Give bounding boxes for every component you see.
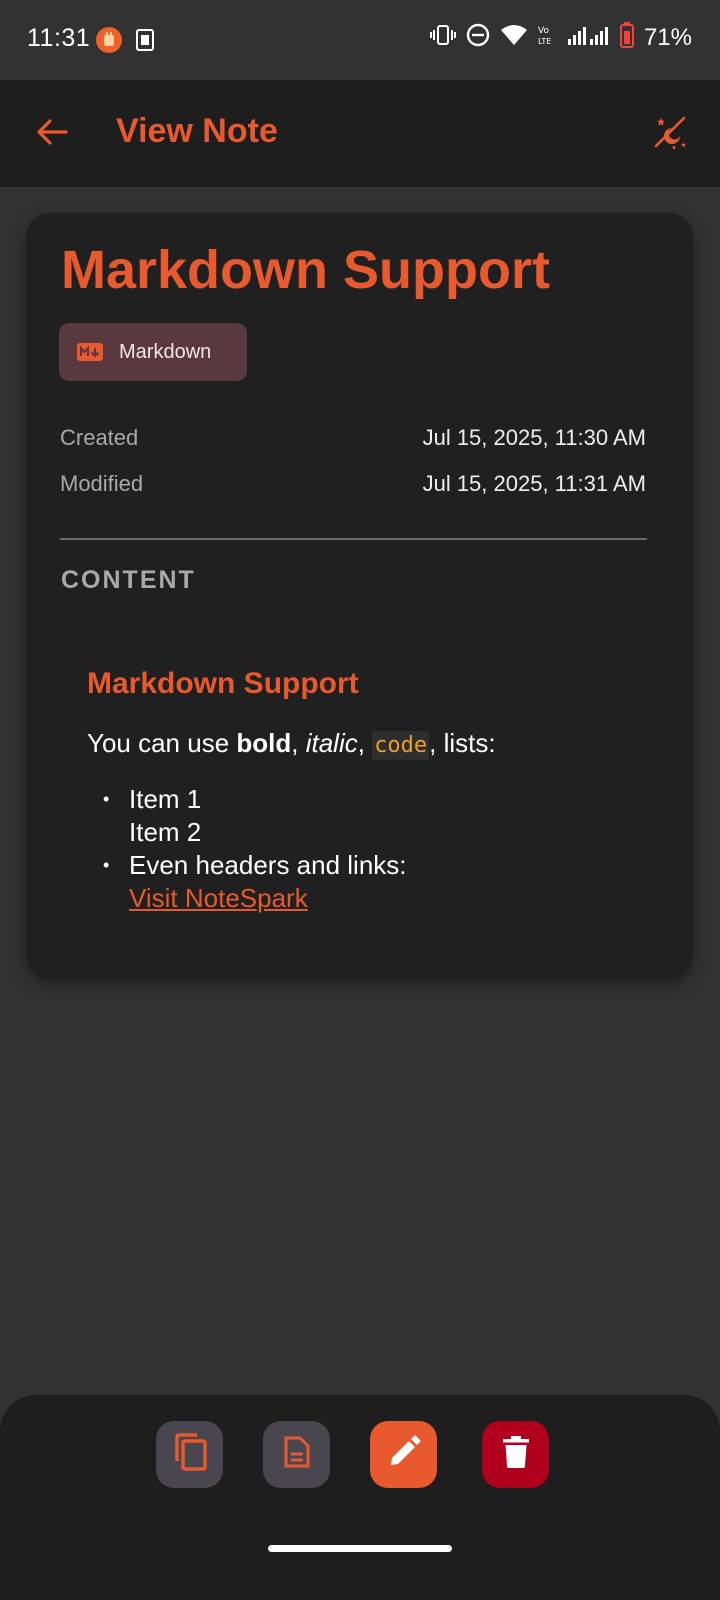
battery-percent: 71% xyxy=(643,23,692,51)
sim-card-icon xyxy=(136,29,154,56)
back-button[interactable] xyxy=(28,110,76,158)
divider xyxy=(60,538,647,540)
theme-toggle-icon xyxy=(652,114,688,155)
signal-icon xyxy=(567,25,610,50)
format-chip[interactable]: Markdown xyxy=(59,323,247,381)
bullet-icon: • xyxy=(103,789,110,809)
list-item: • Item 1 Item 2 xyxy=(87,783,647,849)
svg-text:LTE: LTE xyxy=(538,37,551,46)
list-item: • Even headers and links: Visit NoteSpar… xyxy=(87,849,647,915)
note-card: Markdown Support Markdown Created Jul 15… xyxy=(26,213,693,979)
created-label: Created xyxy=(60,425,139,450)
list-item-text: Item 1 xyxy=(129,784,202,814)
delete-button[interactable] xyxy=(482,1421,549,1488)
page-title: View Note xyxy=(116,112,278,150)
app-bar: View Note xyxy=(0,80,720,187)
visit-notespark-link[interactable]: Visit NoteSpark xyxy=(129,883,308,913)
paragraph-sep2: , xyxy=(357,728,373,758)
paragraph-suffix: , lists: xyxy=(429,728,496,758)
pencil-icon xyxy=(387,1435,421,1474)
modified-row: Modified Jul 15, 2025, 11:31 AM xyxy=(60,471,646,497)
paragraph-code: code xyxy=(372,731,430,760)
paragraph-italic: italic xyxy=(305,728,358,758)
wifi-icon xyxy=(500,24,528,51)
bottom-action-bar xyxy=(0,1395,720,1600)
markdown-list: • Item 1 Item 2 • Even headers and links… xyxy=(87,783,647,915)
markdown-paragraph: You can use bold, italic, code, lists: xyxy=(87,728,496,760)
list-item-text: Item 2 xyxy=(129,817,202,847)
modified-value: Jul 15, 2025, 11:31 AM xyxy=(422,471,646,496)
battery-icon xyxy=(619,22,634,53)
bullet-icon: • xyxy=(103,855,110,875)
status-time: 11:31 xyxy=(27,24,91,52)
volte-icon: Vo LTE xyxy=(538,24,558,51)
home-indicator[interactable] xyxy=(268,1545,452,1552)
format-chip-label: Markdown xyxy=(119,340,212,363)
vibrate-icon xyxy=(429,24,456,51)
svg-text:Vo: Vo xyxy=(538,26,549,36)
paragraph-prefix: You can use xyxy=(87,728,237,758)
content-section-label: CONTENT xyxy=(61,566,196,594)
status-right-icons: Vo LTE 71% xyxy=(429,22,692,53)
markdown-icon xyxy=(77,343,103,361)
copy-button[interactable] xyxy=(156,1421,223,1488)
created-value: Jul 15, 2025, 11:30 AM xyxy=(422,425,646,450)
notification-app-icon xyxy=(96,27,122,58)
paragraph-sep1: , xyxy=(291,728,306,758)
document-icon xyxy=(283,1435,311,1474)
list-item-text: Even headers and links: xyxy=(129,850,407,880)
arrow-left-icon xyxy=(36,118,68,151)
created-row: Created Jul 15, 2025, 11:30 AM xyxy=(60,425,646,451)
status-bar: 11:31 Vo LTE 71% xyxy=(0,0,720,80)
do-not-disturb-icon xyxy=(466,23,490,52)
copy-icon xyxy=(173,1433,207,1476)
status-left-icons xyxy=(96,27,154,58)
paragraph-bold: bold xyxy=(236,728,292,758)
modified-label: Modified xyxy=(60,471,144,496)
trash-icon xyxy=(502,1436,529,1473)
screen: 11:31 Vo LTE 71% View Note Markdown Supp… xyxy=(0,0,720,1600)
edit-button[interactable] xyxy=(370,1421,437,1488)
markdown-heading: Markdown Support xyxy=(87,667,359,700)
export-button[interactable] xyxy=(263,1421,330,1488)
theme-toggle-button[interactable] xyxy=(646,110,694,158)
note-title: Markdown Support xyxy=(61,240,550,300)
